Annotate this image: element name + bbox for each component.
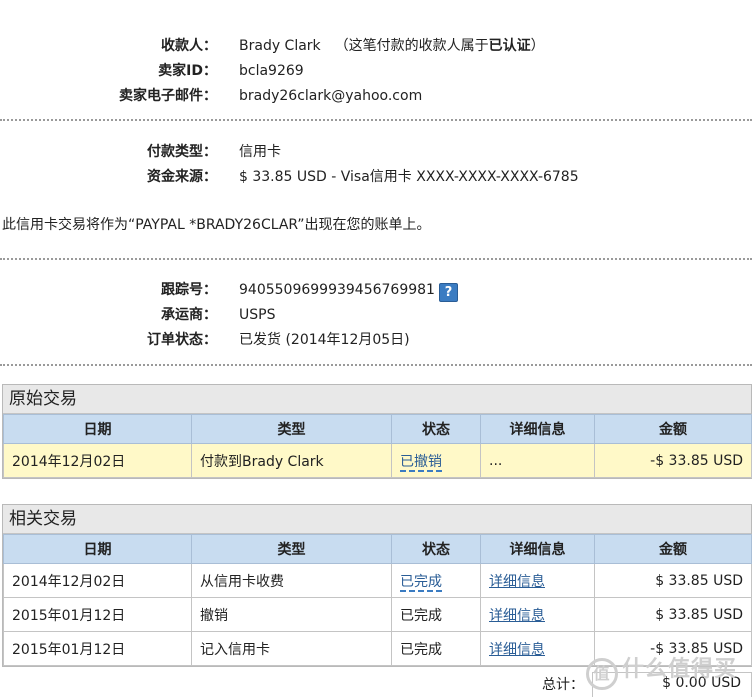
tracking-number: 9405509699939456769981: [239, 282, 435, 298]
payee-note-suffix: ）: [530, 38, 545, 54]
cell-details: 详细信息: [480, 631, 595, 666]
cell-date: 2015年01月12日: [3, 597, 192, 632]
table-row: 2015年01月12日 撤销 已完成 详细信息 $ 33.85 USD: [3, 597, 752, 632]
status-reversed-link[interactable]: 已撤销: [400, 453, 442, 472]
seller-email-label: 卖家电子邮件：: [119, 88, 217, 104]
status-completed-link[interactable]: 已完成: [400, 573, 442, 592]
cell-amount: $ 33.85 USD: [594, 597, 752, 632]
payee-section: 收款人： Brady Clark （这笔付款的收款人属于已认证） 卖家ID： bc…: [0, 34, 752, 109]
funding-source-label: 资金来源：: [147, 169, 217, 185]
table-row: 2014年12月02日 付款到Brady Clark 已撤销 ... -$ 33…: [3, 443, 752, 478]
order-status-row: 订单状态： 已发货 (2014年12月05日): [0, 328, 752, 353]
payment-type-label: 付款类型：: [147, 144, 217, 160]
help-icon[interactable]: ?: [438, 283, 458, 302]
seller-id-value: bcla9269: [239, 63, 304, 79]
cell-status: 已完成: [391, 563, 481, 598]
order-status-value: 已发货 (2014年12月05日): [239, 332, 410, 348]
cell-status: 已撤销: [391, 443, 481, 478]
watermark-logo: 值什么值得买: [586, 651, 737, 690]
payee-note-verified: 已认证: [488, 38, 531, 54]
payment-section: 付款类型： 信用卡 资金来源： $ 33.85 USD - Visa信用卡 XX…: [0, 140, 752, 190]
payment-type-value: 信用卡: [239, 144, 281, 160]
original-transaction-title: 原始交易: [3, 385, 751, 414]
payee-verified-note: （这笔付款的收款人属于已认证）: [335, 38, 545, 54]
cell-details: 详细信息: [480, 563, 595, 598]
details-link[interactable]: 详细信息: [489, 642, 545, 658]
payee-value: Brady Clark （这笔付款的收款人属于已认证）: [239, 34, 545, 59]
column-header-date: 日期: [3, 414, 192, 444]
tracking-label: 跟踪号：: [161, 282, 217, 298]
details-link[interactable]: 详细信息: [489, 574, 545, 590]
cell-date: 2014年12月02日: [3, 443, 192, 478]
carrier-row: 承运商： USPS: [0, 303, 752, 328]
seller-id-label: 卖家ID：: [158, 63, 217, 79]
cell-type: 付款到Brady Clark: [191, 443, 392, 478]
divider: [0, 119, 752, 121]
watermark-text: 什么值得买: [622, 657, 738, 682]
cell-details: 详细信息: [480, 597, 595, 632]
table-row: 2014年12月02日 从信用卡收费 已完成 详细信息 $ 33.85 USD: [3, 563, 752, 598]
funding-source-value: $ 33.85 USD - Visa信用卡 XXXX-XXXX-XXXX-678…: [239, 169, 579, 185]
payment-type-row: 付款类型： 信用卡: [0, 140, 752, 165]
carrier-label: 承运商：: [161, 307, 217, 323]
column-header-details: 详细信息: [480, 534, 595, 564]
original-transaction-table: 日期 类型 状态 详细信息 金额 2014年12月02日 付款到Brady Cl…: [3, 414, 752, 478]
cell-type: 记入信用卡: [191, 631, 392, 666]
column-header-date: 日期: [3, 534, 192, 564]
original-transaction-panel: 原始交易 日期 类型 状态 详细信息 金额 2014年12月02日 付款到Bra…: [2, 384, 752, 479]
column-header-amount: 金额: [594, 414, 752, 444]
cell-type: 从信用卡收费: [191, 563, 392, 598]
cell-amount: $ 33.85 USD: [594, 563, 752, 598]
seller-email-row: 卖家电子邮件： brady26clark@yahoo.com: [0, 84, 752, 109]
tracking-value-wrap: 9405509699939456769981?: [239, 278, 458, 303]
tracking-row: 跟踪号： 9405509699939456769981?: [0, 278, 752, 303]
related-transactions-panel: 相关交易 日期 类型 状态 详细信息 金额 2014年12月02日 从信用卡收费…: [2, 504, 752, 667]
column-header-status: 状态: [391, 414, 481, 444]
related-transactions-title: 相关交易: [3, 505, 751, 534]
divider: [0, 258, 752, 260]
funding-source-row: 资金来源： $ 33.85 USD - Visa信用卡 XXXX-XXXX-XX…: [0, 165, 752, 190]
column-header-status: 状态: [391, 534, 481, 564]
details-link[interactable]: 详细信息: [489, 608, 545, 624]
table-header-row: 日期 类型 状态 详细信息 金额: [3, 534, 752, 564]
divider: [0, 364, 752, 366]
cell-date: 2014年12月02日: [3, 563, 192, 598]
cell-status: 已完成: [391, 631, 481, 666]
watermark-badge: 值: [586, 658, 618, 690]
payee-name: Brady Clark: [239, 38, 321, 54]
column-header-details: 详细信息: [480, 414, 595, 444]
statement-note: 此信用卡交易将作为“PAYPAL *BRADY26CLAR”出现在您的账单上。: [2, 217, 431, 233]
total-label: 总计：: [542, 677, 584, 693]
carrier-value: USPS: [239, 307, 276, 323]
payee-row: 收款人： Brady Clark （这笔付款的收款人属于已认证）: [0, 34, 752, 59]
related-transactions-table: 日期 类型 状态 详细信息 金额 2014年12月02日 从信用卡收费 已完成 …: [3, 534, 752, 666]
seller-id-row: 卖家ID： bcla9269: [0, 59, 752, 84]
order-status-label: 订单状态：: [147, 332, 217, 348]
payee-label: 收款人：: [161, 38, 217, 54]
cell-type: 撤销: [191, 597, 392, 632]
seller-email-value: brady26clark@yahoo.com: [239, 88, 423, 104]
column-header-type: 类型: [191, 414, 392, 444]
cell-amount: -$ 33.85 USD: [594, 443, 752, 478]
column-header-amount: 金额: [594, 534, 752, 564]
cell-date: 2015年01月12日: [3, 631, 192, 666]
cell-details: ...: [480, 443, 595, 478]
shipping-section: 跟踪号： 9405509699939456769981? 承运商： USPS 订…: [0, 278, 752, 353]
column-header-type: 类型: [191, 534, 392, 564]
cell-status: 已完成: [391, 597, 481, 632]
table-header-row: 日期 类型 状态 详细信息 金额: [3, 414, 752, 444]
payee-note-prefix: （这笔付款的收款人属于: [334, 38, 489, 54]
